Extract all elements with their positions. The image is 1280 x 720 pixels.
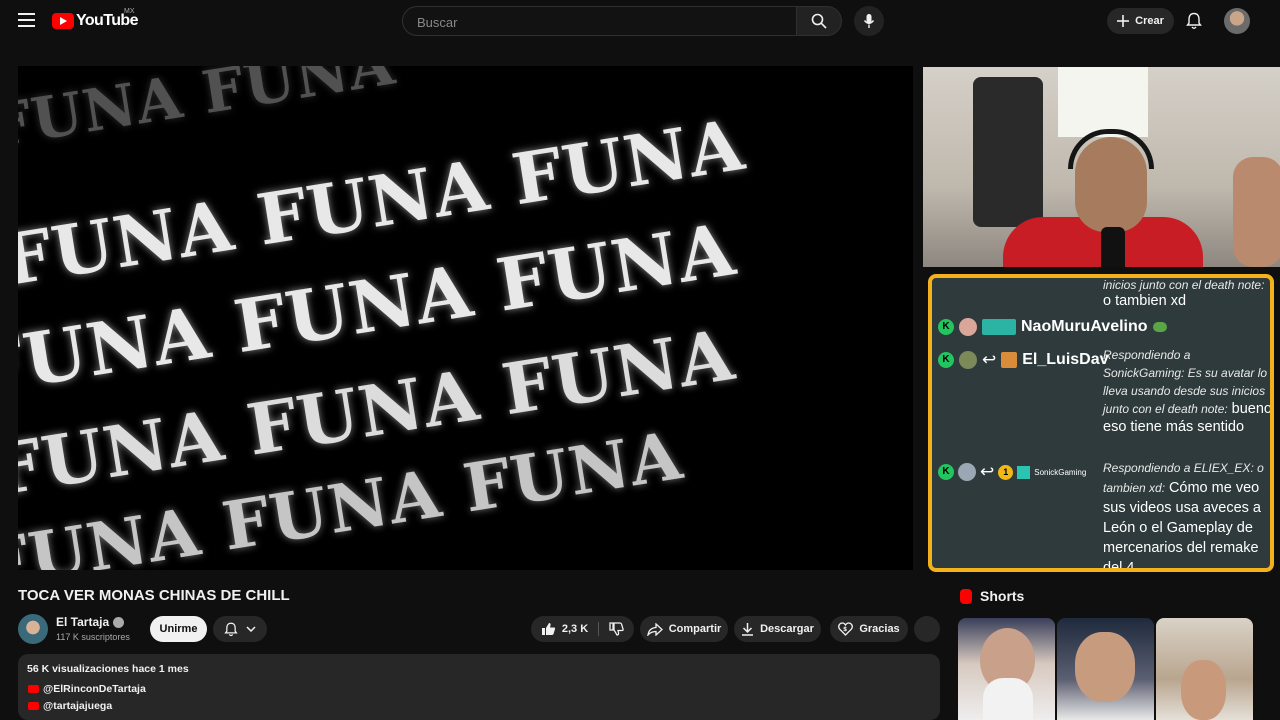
chat-message: K NaoMuruAvelino bbox=[938, 318, 1167, 336]
notifications-button[interactable] bbox=[1184, 10, 1204, 32]
k-badge-icon: K bbox=[938, 352, 954, 368]
hand-shape bbox=[1233, 157, 1280, 267]
link-text: @tartajajuega bbox=[43, 700, 113, 712]
chat-message: Respondiendo a SonickGaming: Es su avata… bbox=[1103, 348, 1272, 435]
account-avatar[interactable] bbox=[1224, 8, 1250, 34]
youtube-play-icon bbox=[52, 13, 74, 29]
country-code: MX bbox=[124, 8, 135, 15]
like-count: 2,3 K bbox=[561, 623, 589, 635]
user-avatar bbox=[959, 318, 977, 336]
create-label: Crear bbox=[1135, 15, 1164, 27]
search-icon bbox=[811, 13, 827, 29]
voice-search-button[interactable] bbox=[854, 6, 884, 36]
description-link[interactable]: @tartajajuega bbox=[28, 700, 112, 712]
thanks-heart-icon: $ bbox=[838, 622, 854, 636]
k-badge-icon: K bbox=[938, 464, 954, 480]
chat-username-row: K ↩ 1 SonickGaming bbox=[938, 462, 1086, 482]
emote-icon bbox=[1152, 322, 1167, 332]
video-title: TOCA VER MONAS CHINAS DE CHILL bbox=[18, 587, 290, 604]
reply-arrow-icon: ↩ bbox=[982, 350, 997, 369]
stream-chat-overlay: inicios junto con el death note: o tambi… bbox=[928, 274, 1274, 572]
short-face bbox=[1075, 632, 1135, 702]
bell-icon bbox=[1186, 12, 1202, 29]
youtube-logo[interactable]: YouTube MX bbox=[52, 8, 138, 30]
chevron-down-icon bbox=[246, 626, 256, 632]
like-button[interactable]: 2,3 K bbox=[541, 622, 600, 636]
link-text: @ElRinconDeTartaja bbox=[43, 683, 146, 695]
badges-icon bbox=[982, 319, 1016, 335]
reply-arrow-icon: ↩ bbox=[980, 462, 995, 481]
short-thumbnail[interactable] bbox=[1156, 618, 1253, 720]
microphone-shape bbox=[1101, 227, 1125, 267]
menu-icon[interactable] bbox=[18, 13, 35, 27]
channel-name[interactable]: El Tartaja bbox=[56, 615, 125, 629]
thanks-button[interactable]: $ Gracias bbox=[830, 616, 908, 642]
youtube-small-icon bbox=[28, 685, 39, 693]
short-beard bbox=[983, 678, 1033, 720]
short-thumbnail[interactable] bbox=[1057, 618, 1154, 720]
shorts-icon bbox=[960, 588, 972, 604]
search-button[interactable] bbox=[796, 6, 842, 36]
number-badge-icon: 1 bbox=[998, 464, 1014, 480]
create-button[interactable]: Crear bbox=[1107, 8, 1174, 34]
video-frame-text: FUNA FUNA bbox=[18, 66, 400, 161]
subscriber-count: 117 K suscriptores bbox=[56, 632, 130, 642]
bell-icon bbox=[224, 622, 238, 636]
user-avatar bbox=[958, 463, 976, 481]
short-face bbox=[1181, 660, 1226, 720]
share-icon bbox=[646, 622, 663, 636]
channel-avatar[interactable] bbox=[18, 614, 48, 644]
youtube-small-icon bbox=[28, 702, 39, 710]
search-input[interactable] bbox=[415, 7, 789, 37]
notification-settings-button[interactable] bbox=[213, 616, 267, 642]
plus-icon bbox=[1117, 15, 1130, 27]
share-button[interactable]: Compartir bbox=[640, 616, 728, 642]
more-actions-button[interactable] bbox=[914, 616, 940, 642]
chat-message: inicios junto con el death note: o tambi… bbox=[1103, 278, 1265, 309]
chat-message: Respondiendo a ELIEX_EX: o tambien xd: C… bbox=[1103, 461, 1264, 572]
thanks-label: Gracias bbox=[859, 623, 900, 635]
shorts-title: Shorts bbox=[980, 588, 1025, 604]
shorts-header: Shorts bbox=[960, 588, 1024, 604]
view-count-date: 56 K visualizaciones hace 1 mes bbox=[27, 663, 189, 675]
search-box[interactable] bbox=[402, 6, 797, 37]
download-button[interactable]: Descargar bbox=[734, 616, 821, 642]
share-label: Compartir bbox=[668, 623, 722, 635]
shelf-shape bbox=[1058, 67, 1148, 137]
join-button[interactable]: Unirme bbox=[150, 616, 207, 642]
user-avatar bbox=[959, 351, 977, 369]
channel-name-text: El Tartaja bbox=[56, 615, 110, 629]
chat-username-row: K ↩ El_LuisDav bbox=[938, 350, 1109, 370]
microphone-icon bbox=[863, 14, 875, 28]
thumbs-up-icon bbox=[541, 623, 555, 635]
gift-icon bbox=[1017, 465, 1031, 479]
description-link[interactable]: @ElRinconDeTartaja bbox=[28, 683, 146, 695]
streamer-camera bbox=[923, 67, 1280, 267]
download-label: Descargar bbox=[760, 623, 814, 635]
video-player[interactable]: FUNA FUNA FUNA FUNA FUNA FUNA FUNA FUNA … bbox=[18, 66, 913, 570]
verified-icon bbox=[113, 616, 125, 628]
k-badge-icon: K bbox=[938, 319, 954, 335]
short-thumbnail[interactable] bbox=[958, 618, 1055, 720]
svg-text:$: $ bbox=[843, 626, 847, 633]
badge-icon bbox=[1001, 352, 1018, 368]
like-dislike-group: 2,3 K bbox=[531, 616, 634, 642]
dislike-button[interactable] bbox=[599, 622, 624, 636]
download-icon bbox=[742, 623, 754, 636]
jersey-shape bbox=[973, 77, 1043, 227]
thumbs-down-icon bbox=[609, 622, 624, 636]
